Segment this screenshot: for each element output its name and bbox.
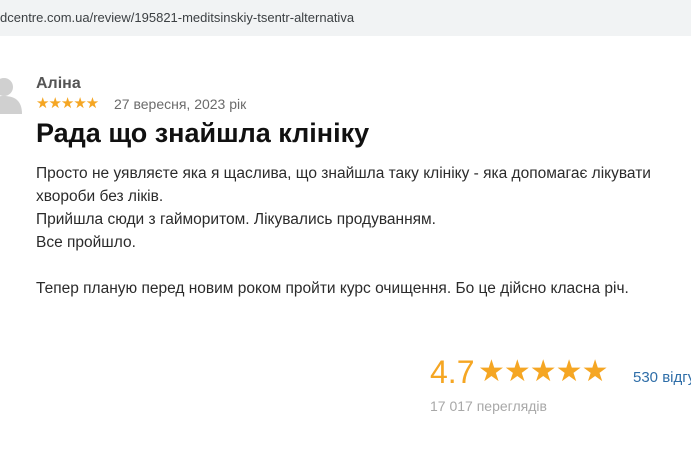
average-rating-stars: ★★★★★ <box>478 355 608 388</box>
views-count: 17 017 переглядів <box>430 398 547 414</box>
review-body-line: хвороби без ліків. <box>36 188 164 205</box>
review-author: Аліна <box>36 75 81 92</box>
review-body: Просто не уявляєте яка я щаслива, що зна… <box>36 162 691 300</box>
review-body-line: Все пройшло. <box>36 234 136 251</box>
review-body-line: Просто не уявляєте яка я щаслива, що зна… <box>36 165 651 182</box>
review-date: 27 вересня, 2023 рік <box>114 96 247 112</box>
reviews-count-link[interactable]: 530 відгуків <box>633 369 691 386</box>
url-text[interactable]: dcentre.com.ua/review/195821-meditsinski… <box>0 10 354 25</box>
browser-address-bar[interactable]: dcentre.com.ua/review/195821-meditsinski… <box>0 0 691 36</box>
review-title: Рада що знайшла клініку <box>36 118 370 148</box>
average-rating-value: 4.7 <box>430 354 475 390</box>
review-rating-stars: ★★★★★ <box>36 95 99 112</box>
review-body-line <box>36 254 691 277</box>
review-body-line: Тепер планую перед новим роком пройти ку… <box>36 280 629 297</box>
review-body-line: Прийшла сюди з гайморитом. Лікувались пр… <box>36 211 436 228</box>
user-avatar-icon <box>0 78 22 114</box>
